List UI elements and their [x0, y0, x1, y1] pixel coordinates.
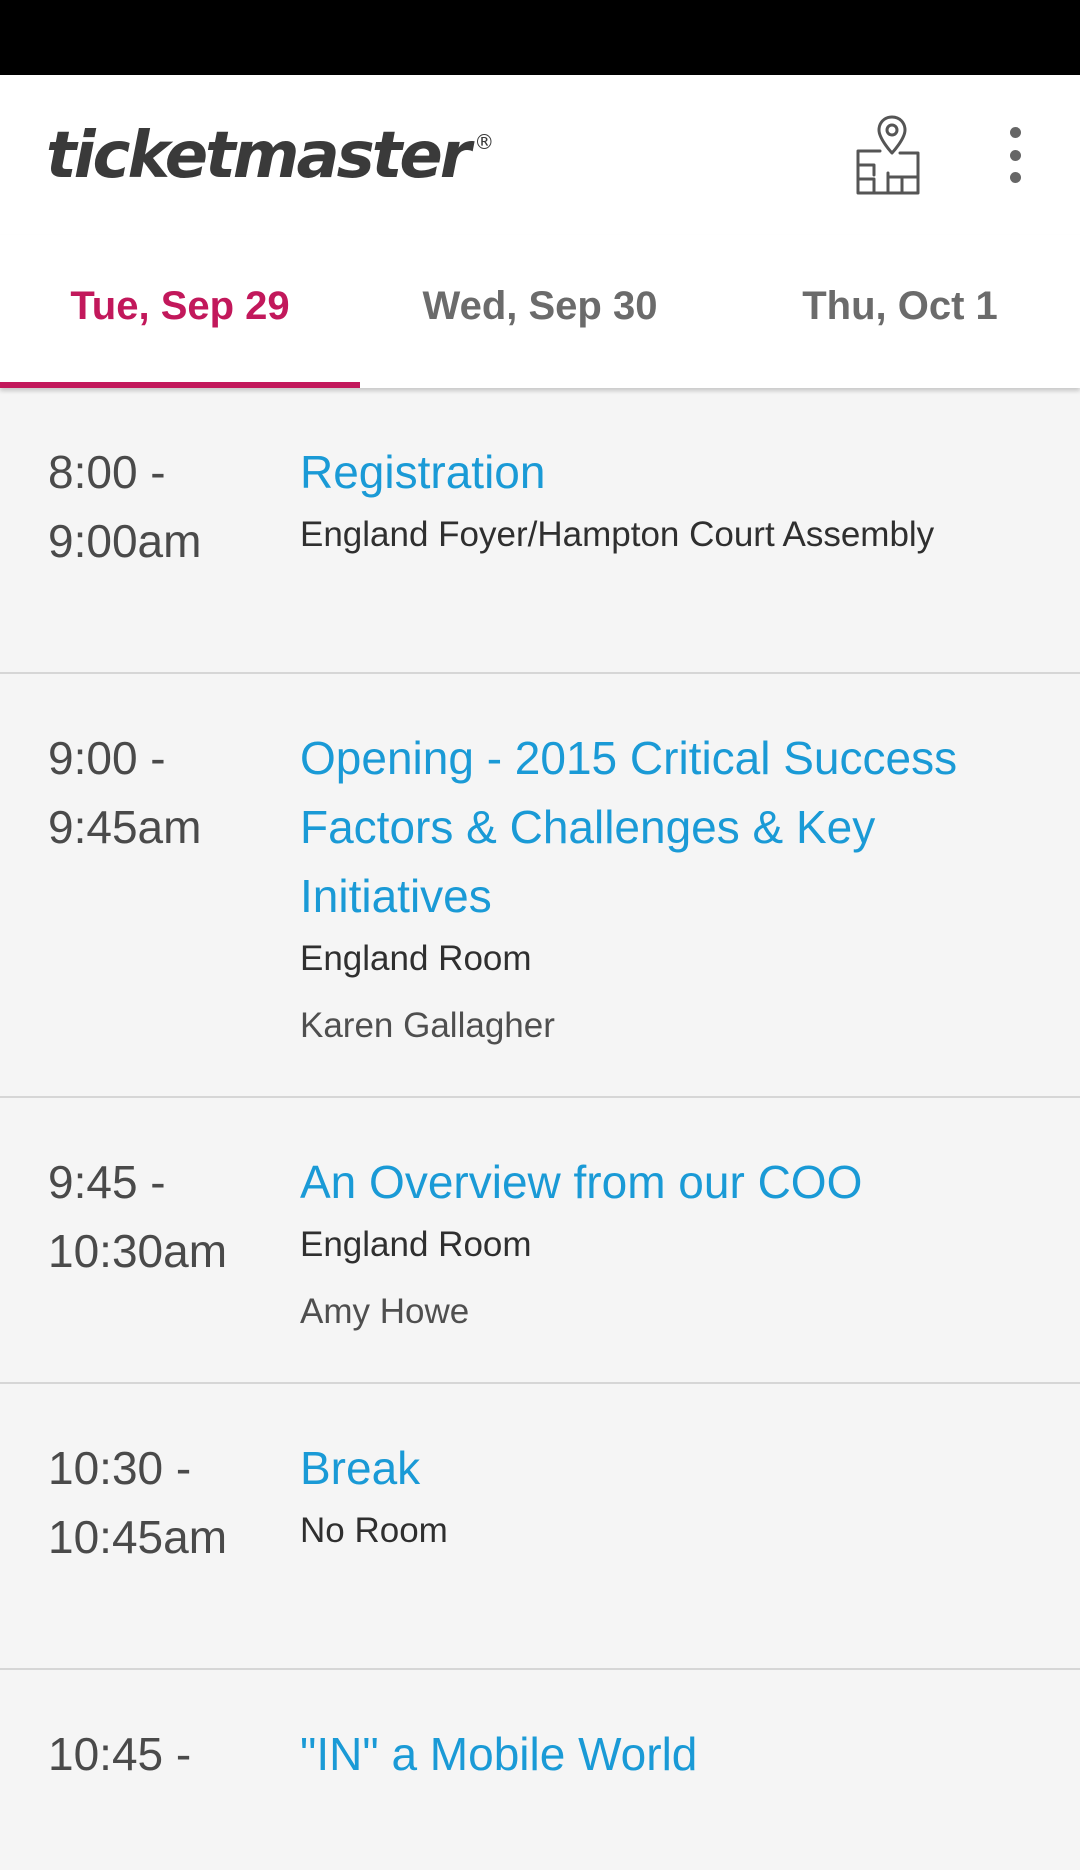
session-title[interactable]: Registration — [300, 438, 1020, 507]
time-end: 9:00am — [48, 515, 202, 567]
ticketmaster-logo: ticketmaster ® — [46, 119, 494, 193]
time-end: 9:45am — [48, 801, 202, 853]
status-bar — [0, 0, 1080, 75]
logo-text: ticketmaster — [46, 119, 471, 193]
session-details: An Overview from our COO England Room Am… — [300, 1148, 1020, 1334]
session-title[interactable]: Break — [300, 1434, 1020, 1503]
session-title[interactable]: "IN" a Mobile World — [300, 1720, 1020, 1789]
session-title[interactable]: Opening - 2015 Critical Success Factors … — [300, 724, 1020, 931]
tab-wed-sep-30[interactable]: Wed, Sep 30 — [360, 235, 720, 388]
session-details: Opening - 2015 Critical Success Factors … — [300, 724, 1020, 1048]
session-speaker: Karen Gallagher — [300, 1006, 555, 1045]
session-row[interactable]: 9:45 - 10:30am An Overview from our COO … — [0, 1098, 1080, 1384]
time-start: 8:00 - — [48, 446, 166, 498]
session-time: 9:45 - 10:30am — [48, 1148, 268, 1286]
tab-tue-sep-29[interactable]: Tue, Sep 29 — [0, 235, 360, 388]
session-time: 8:00 - 9:00am — [48, 438, 268, 576]
time-start: 10:45 - — [48, 1728, 192, 1780]
venue-map-button[interactable] — [850, 113, 926, 197]
session-list: 8:00 - 9:00am Registration England Foyer… — [0, 388, 1080, 1870]
tab-label: Thu, Oct 1 — [802, 284, 998, 328]
venue-map-icon — [856, 115, 920, 195]
tab-label: Tue, Sep 29 — [70, 284, 290, 328]
session-details: Break No Room — [300, 1434, 1020, 1553]
session-row[interactable]: 10:45 - "IN" a Mobile World — [0, 1670, 1080, 1870]
session-room: England Foyer/Hampton Court Assembly — [300, 515, 935, 554]
more-vertical-icon-dot — [1009, 172, 1021, 183]
day-tabs: Tue, Sep 29 Wed, Sep 30 Thu, Oct 1 — [0, 235, 1080, 388]
tab-thu-oct-1[interactable]: Thu, Oct 1 — [720, 235, 1080, 388]
session-row[interactable]: 8:00 - 9:00am Registration England Foyer… — [0, 388, 1080, 674]
session-time: 10:30 - 10:45am — [48, 1434, 268, 1572]
session-room: No Room — [300, 1511, 448, 1550]
more-options-button[interactable] — [990, 123, 1040, 187]
time-start: 10:30 - — [48, 1442, 192, 1494]
session-row[interactable]: 10:30 - 10:45am Break No Room — [0, 1384, 1080, 1670]
session-title[interactable]: An Overview from our COO — [300, 1148, 1020, 1217]
session-details: Registration England Foyer/Hampton Court… — [300, 438, 1020, 557]
session-speaker: Amy Howe — [300, 1292, 470, 1331]
app-bar: ticketmaster ® — [0, 75, 1080, 235]
time-start: 9:00 - — [48, 732, 166, 784]
tab-label: Wed, Sep 30 — [422, 284, 658, 328]
more-vertical-icon — [1009, 127, 1021, 138]
registered-mark: ® — [474, 130, 495, 154]
session-row[interactable]: 9:00 - 9:45am Opening - 2015 Critical Su… — [0, 674, 1080, 1098]
time-start: 9:45 - — [48, 1156, 166, 1208]
time-end: 10:45am — [48, 1511, 228, 1563]
session-details: "IN" a Mobile World — [300, 1720, 1020, 1789]
session-time: 9:00 - 9:45am — [48, 724, 268, 862]
session-room: England Room — [300, 1225, 532, 1264]
active-tab-indicator — [0, 382, 360, 388]
session-room: England Room — [300, 939, 532, 978]
more-vertical-icon-dot — [1009, 149, 1021, 161]
session-time: 10:45 - — [48, 1720, 268, 1789]
time-end: 10:30am — [48, 1225, 228, 1277]
